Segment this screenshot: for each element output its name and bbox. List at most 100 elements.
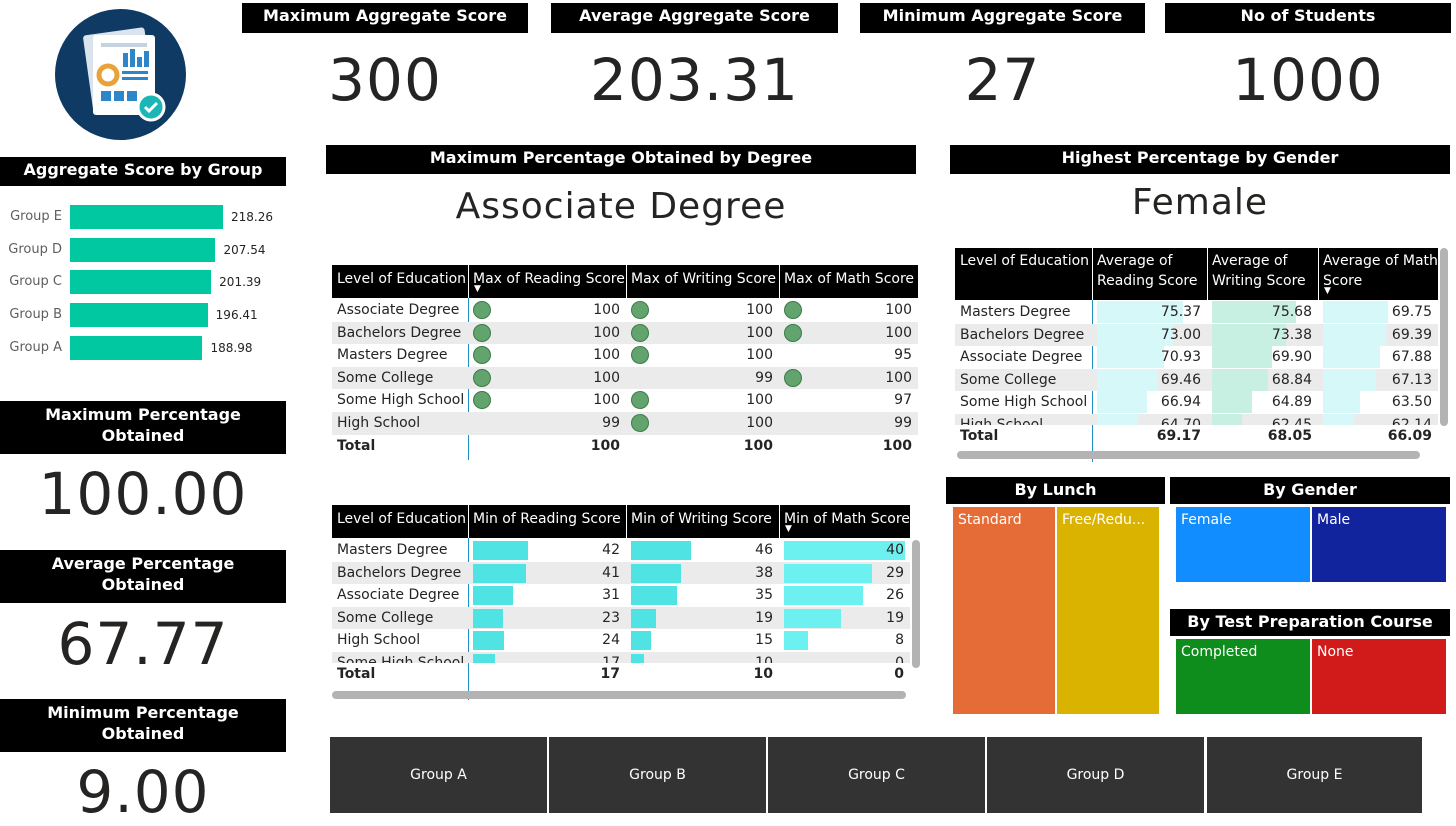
bar-group-e[interactable] xyxy=(70,205,223,229)
treemap-tile-none[interactable]: None xyxy=(1311,638,1447,715)
cell-value: 100 xyxy=(885,302,912,318)
cell-value: 69.90 xyxy=(1271,349,1312,366)
table-row[interactable]: Some High School 66.94 64.89 63.50 xyxy=(955,391,1438,414)
bar-group-a[interactable] xyxy=(70,335,203,360)
max-aggregate-title: Maximum Aggregate Score xyxy=(242,3,528,33)
total-value: 0 xyxy=(894,666,904,683)
cell-value: 100 xyxy=(593,369,620,386)
vertical-scrollbar[interactable] xyxy=(912,540,920,668)
row-label: Bachelors Degree xyxy=(337,564,462,581)
cell-value: 24 xyxy=(602,632,620,649)
group-slicer-button-group-d[interactable]: Group D xyxy=(987,737,1206,813)
cell-value: 69.46 xyxy=(1160,371,1201,388)
treemap-tile-completed[interactable]: Completed xyxy=(1175,638,1311,715)
sort-arrow-icon[interactable]: ▼ xyxy=(785,524,792,534)
table-body: Masters Degree 42 46 40 Bachelors Degree 41 38… xyxy=(332,539,910,664)
table-header-3[interactable]: Min of Math Score xyxy=(779,505,910,538)
cell-value: 35 xyxy=(755,587,773,604)
group-slicer-button-group-b[interactable]: Group B xyxy=(549,737,768,813)
treemap-tile-male[interactable]: Male xyxy=(1311,506,1447,583)
total-value: 68.05 xyxy=(1267,428,1312,445)
vertical-scrollbar[interactable] xyxy=(1440,248,1448,426)
sort-arrow-icon[interactable]: ▼ xyxy=(1324,286,1331,296)
bar-value-label: 207.54 xyxy=(223,242,266,257)
table-row[interactable]: Associate Degree 100 100 100 xyxy=(332,299,918,322)
bar-value-label: 188.98 xyxy=(210,340,253,355)
table-row[interactable]: Some High School 17 10 0 xyxy=(332,652,910,664)
avg-pct-value: 67.77 xyxy=(57,610,229,678)
cell-value: 46 xyxy=(755,542,773,558)
bar-group-c[interactable] xyxy=(70,270,212,295)
cell-value: 69.39 xyxy=(1391,326,1432,343)
avg-pct-title: Average Percentage Obtained xyxy=(0,550,286,603)
table-header-3[interactable]: Average of Math Score xyxy=(1318,248,1438,300)
table-header-2[interactable]: Average of Writing Score xyxy=(1207,248,1318,300)
by-lunch-title: By Lunch xyxy=(946,477,1165,504)
row-label: Associate Degree xyxy=(337,302,460,318)
horizontal-scrollbar[interactable] xyxy=(957,451,1420,460)
header-label: Min of Reading Score xyxy=(473,511,621,527)
group-slicer-button-group-a[interactable]: Group A xyxy=(330,737,549,813)
row-label: High School xyxy=(337,415,421,431)
table-row[interactable]: Bachelors Degree 73.00 73.38 69.39 xyxy=(955,323,1438,347)
cell-value: 73.00 xyxy=(1160,326,1201,343)
table-row[interactable]: Bachelors Degree 41 38 29 xyxy=(332,561,910,585)
total-value: 17 xyxy=(600,666,620,683)
table-row[interactable]: High School 24 15 8 xyxy=(332,629,910,652)
by-lunch-treemap: Standard Free/Redu... xyxy=(952,506,1160,715)
header-label: Level of Education xyxy=(337,511,467,527)
table-row[interactable]: Some High School 100 100 97 xyxy=(332,389,918,412)
table-row[interactable]: Associate Degree 31 35 26 xyxy=(332,584,910,607)
table-header-0[interactable]: Level of Education xyxy=(955,248,1092,300)
by-gender-treemap: Female Male xyxy=(1175,506,1447,583)
by-prep-treemap: Completed None xyxy=(1175,638,1447,715)
treemap-tile-female[interactable]: Female xyxy=(1175,506,1311,583)
cell-value: 23 xyxy=(602,609,620,626)
total-label: Total xyxy=(960,428,999,445)
bar-group-b[interactable] xyxy=(70,303,208,328)
table-header-1[interactable]: Average of Reading Score xyxy=(1092,248,1207,300)
table-header-2[interactable]: Min of Writing Score xyxy=(626,505,779,538)
table-row[interactable]: Masters Degree 42 46 40 xyxy=(332,539,910,562)
aggregate-score-bar-chart: Group E 218.26 Group D 207.54 Group C 201.39 G… xyxy=(0,205,286,365)
header-line: Average of Math xyxy=(1323,253,1438,269)
table-row[interactable]: Masters Degree 75.37 75.68 69.75 xyxy=(955,301,1438,324)
cell-value: 17 xyxy=(602,655,620,664)
table-row[interactable]: Some College 69.46 68.84 67.13 xyxy=(955,368,1438,392)
table-row[interactable]: Some College 23 19 19 xyxy=(332,606,910,630)
horizontal-scrollbar[interactable] xyxy=(332,691,906,700)
cell-value: 19 xyxy=(886,609,904,626)
table-header-1[interactable]: Min of Reading Score xyxy=(468,505,626,538)
group-slicer-button-group-c[interactable]: Group C xyxy=(768,737,987,813)
table-row[interactable]: High School 64.70 62.45 62.14 xyxy=(955,414,1438,426)
table-row[interactable]: Some College 100 99 100 xyxy=(332,366,918,390)
total-value: 69.17 xyxy=(1156,428,1201,445)
cell-value: 100 xyxy=(746,415,773,431)
cell-value: 15 xyxy=(755,632,773,649)
gender-card-value: Female xyxy=(1131,182,1269,223)
bar-group-d[interactable] xyxy=(70,237,216,262)
table-header-0[interactable]: Level of Education xyxy=(332,265,468,298)
table-header-2[interactable]: Max of Writing Score xyxy=(626,265,779,298)
table-row[interactable]: Associate Degree 70.93 69.90 67.88 xyxy=(955,346,1438,369)
group-slicer-button-group-e[interactable]: Group E xyxy=(1207,737,1424,813)
table-header-1[interactable]: Max of Reading Score xyxy=(468,265,626,298)
header-line: Level of Education xyxy=(960,253,1090,269)
treemap-tile-standard[interactable]: Standard xyxy=(952,506,1056,715)
cell-value: 68.84 xyxy=(1271,371,1312,388)
table-header-0[interactable]: Level of Education xyxy=(332,505,468,538)
num-students-value: 1000 xyxy=(1232,46,1384,114)
treemap-tile-free-redu---[interactable]: Free/Redu... xyxy=(1056,506,1160,715)
sort-arrow-icon[interactable]: ▼ xyxy=(474,284,481,294)
table-row[interactable]: Masters Degree 100 100 95 xyxy=(332,344,918,367)
table-total-row: Total 17 10 0 xyxy=(332,663,910,686)
min-aggregate-value: 27 xyxy=(964,46,1041,114)
table-row[interactable]: Bachelors Degree 100 100 100 xyxy=(332,321,918,345)
cell-value: 63.50 xyxy=(1391,394,1432,411)
total-value: 10 xyxy=(753,666,773,683)
table-header-3[interactable]: Max of Math Score xyxy=(779,265,918,298)
cell-value: 100 xyxy=(593,302,620,318)
table-row[interactable]: High School 99 100 99 xyxy=(332,412,918,435)
cell-value: 29 xyxy=(886,564,904,581)
bar-category-label: Group A xyxy=(9,339,62,355)
